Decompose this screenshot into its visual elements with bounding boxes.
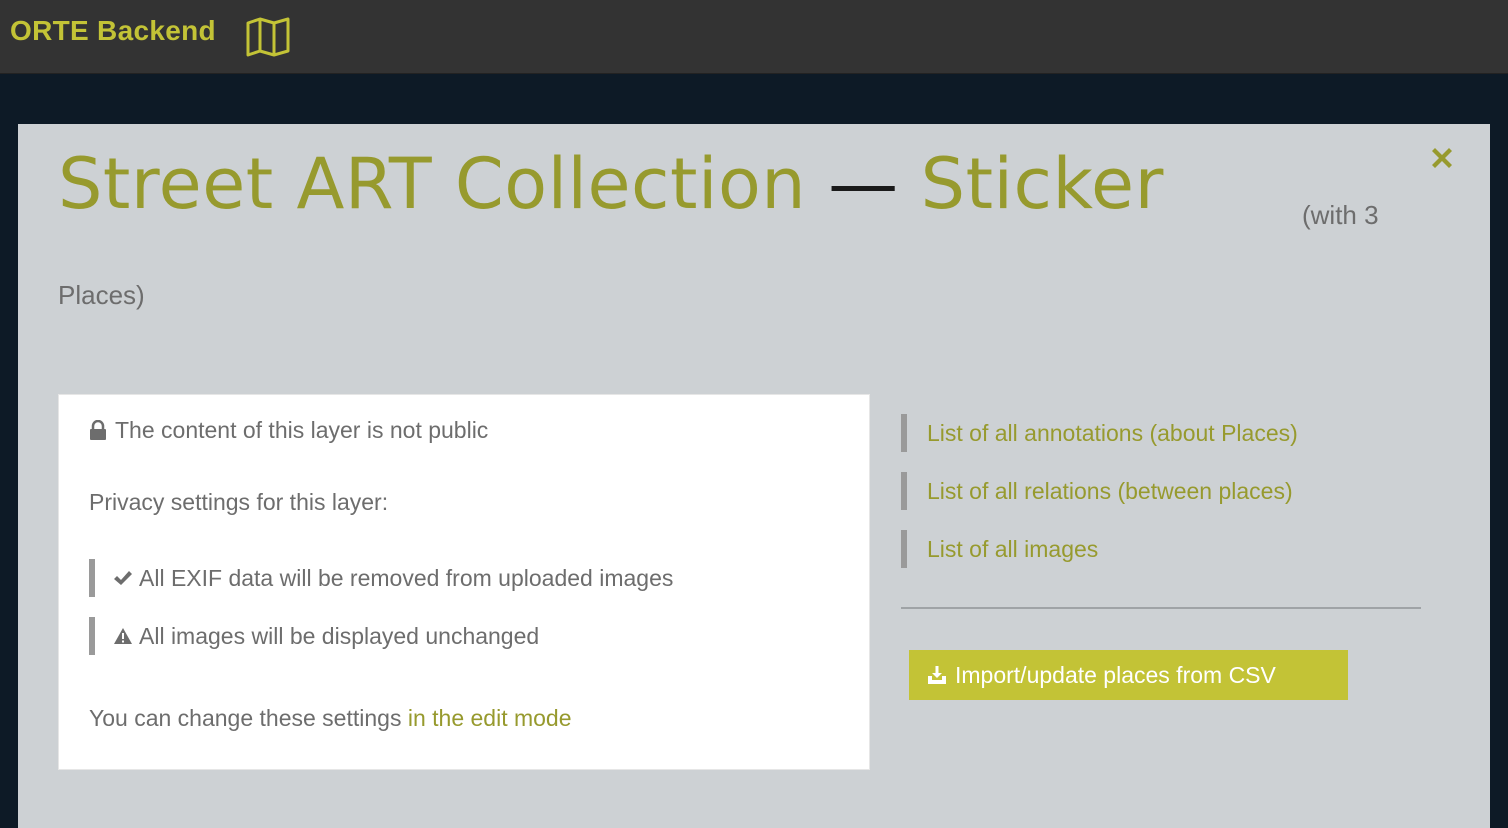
lock-icon bbox=[90, 420, 106, 440]
close-icon[interactable] bbox=[1426, 142, 1458, 174]
exif-setting-text: All EXIF data will be removed from uploa… bbox=[139, 565, 674, 591]
layer-modal: Street ART Collection — Sticker (with 3 Pl… bbox=[18, 124, 1490, 828]
import-csv-button[interactable]: Import/update places from CSV bbox=[909, 650, 1348, 700]
top-navbar: ORTE Backend bbox=[0, 0, 1508, 74]
relations-link[interactable]: List of all relations (between places) bbox=[901, 472, 1293, 510]
change-settings-text: You can change these settings bbox=[89, 705, 408, 731]
modal-title: Street ART Collection — Sticker (with 3 Pl… bbox=[58, 140, 1398, 310]
import-icon bbox=[928, 666, 946, 684]
edit-mode-link[interactable]: in the edit mode bbox=[408, 705, 572, 731]
public-status-text: The content of this layer is not public bbox=[115, 417, 489, 443]
warning-icon bbox=[114, 628, 132, 644]
map-icon[interactable] bbox=[244, 15, 292, 59]
title-layer: Sticker bbox=[920, 143, 1164, 225]
brand-title[interactable]: ORTE Backend bbox=[10, 15, 216, 47]
exif-setting: All EXIF data will be removed from uploa… bbox=[89, 559, 673, 597]
images-link[interactable]: List of all images bbox=[901, 530, 1098, 568]
title-dash: — bbox=[828, 143, 899, 225]
divider bbox=[901, 607, 1421, 609]
images-setting-text: All images will be displayed unchanged bbox=[139, 623, 540, 649]
public-status: The content of this layer is not public bbox=[89, 417, 488, 444]
privacy-info-box: The content of this layer is not public … bbox=[58, 394, 870, 770]
check-icon bbox=[114, 571, 132, 585]
title-collection: Street ART Collection bbox=[58, 143, 807, 225]
place-count-suffix: Places) bbox=[58, 280, 145, 310]
annotations-link[interactable]: List of all annotations (about Places) bbox=[901, 414, 1298, 452]
import-csv-label: Import/update places from CSV bbox=[955, 662, 1276, 688]
change-settings-line: You can change these settings in the edi… bbox=[89, 705, 572, 732]
place-count: (with 3 bbox=[1302, 200, 1379, 230]
images-setting: All images will be displayed unchanged bbox=[89, 617, 539, 655]
privacy-heading: Privacy settings for this layer: bbox=[89, 489, 389, 515]
